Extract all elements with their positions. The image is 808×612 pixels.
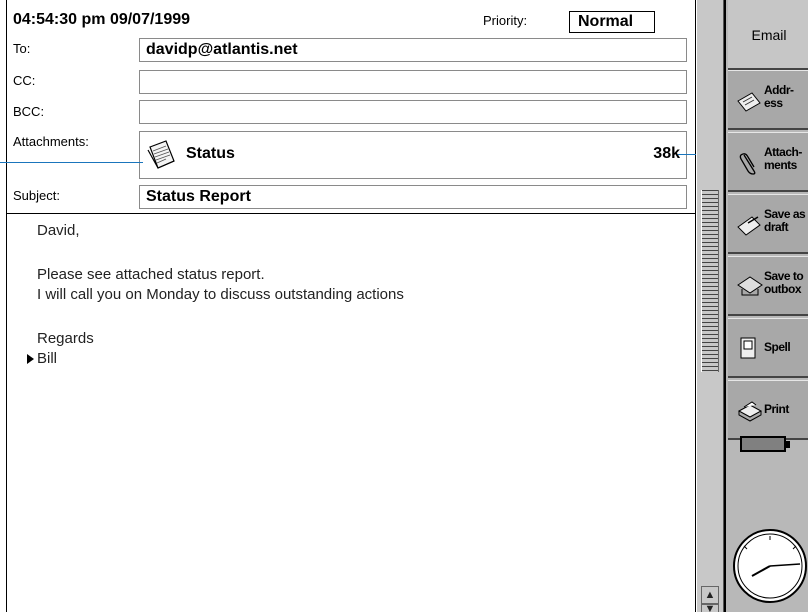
callout-line-left — [0, 162, 143, 163]
command-bar: Email Addr- ess Attach- ments Save as dr… — [724, 0, 808, 612]
to-field[interactable]: davidp@atlantis.net — [139, 38, 687, 62]
priority-label: Priority: — [483, 13, 528, 28]
attachments-field[interactable]: Status 38k — [139, 131, 687, 179]
to-label: To: — [13, 41, 31, 56]
clock-icon — [733, 529, 807, 603]
document-icon — [147, 140, 175, 169]
app-title: Email — [728, 0, 808, 70]
battery-icon — [740, 436, 786, 452]
bcc-label: BCC: — [13, 104, 45, 119]
attachments-button[interactable]: Attach- ments — [728, 132, 808, 192]
address-book-icon — [737, 92, 761, 112]
save-draft-icon — [737, 216, 761, 236]
paperclip-icon — [739, 153, 756, 175]
priority-select[interactable]: Normal — [569, 11, 655, 33]
attachments-command-label: Attach- ments — [764, 145, 802, 172]
save-to-outbox-label: Save to outbox — [764, 269, 804, 296]
cc-label: CC: — [13, 73, 36, 88]
attachment-size: 38k — [653, 145, 680, 162]
email-compose-window: 04:54:30 pm 09/07/1999 Priority: Normal … — [6, 0, 697, 612]
scroll-up-button[interactable]: ▲ — [701, 586, 719, 604]
vertical-scrollbar[interactable]: ▲ ▼ — [696, 0, 724, 612]
cc-field[interactable] — [139, 70, 687, 94]
email-body-area[interactable] — [7, 214, 695, 612]
print-label: Print — [764, 402, 789, 416]
spell-button[interactable]: Spell — [728, 318, 808, 378]
spell-check-icon — [740, 337, 756, 359]
outbox-icon — [737, 276, 763, 296]
save-to-outbox-button[interactable]: Save to outbox — [728, 256, 808, 316]
scrollbar-thumb[interactable] — [701, 190, 719, 372]
address-button[interactable]: Addr- ess — [728, 70, 808, 130]
subject-field[interactable]: Status Report — [139, 185, 687, 209]
attachment-name[interactable]: Status — [186, 145, 235, 163]
save-as-draft-label: Save as draft — [764, 207, 806, 234]
print-button[interactable]: Print — [728, 380, 808, 440]
attachments-label: Attachments: — [13, 134, 89, 149]
subject-label: Subject: — [13, 188, 60, 203]
scroll-down-button[interactable]: ▼ — [701, 604, 719, 612]
bcc-field[interactable] — [139, 100, 687, 124]
spell-label: Spell — [764, 340, 791, 354]
datetime-stamp: 04:54:30 pm 09/07/1999 — [13, 11, 191, 28]
address-label: Addr- ess — [764, 83, 794, 110]
battery-tip — [786, 441, 790, 448]
printer-icon — [737, 401, 763, 422]
save-as-draft-button[interactable]: Save as draft — [728, 194, 808, 254]
